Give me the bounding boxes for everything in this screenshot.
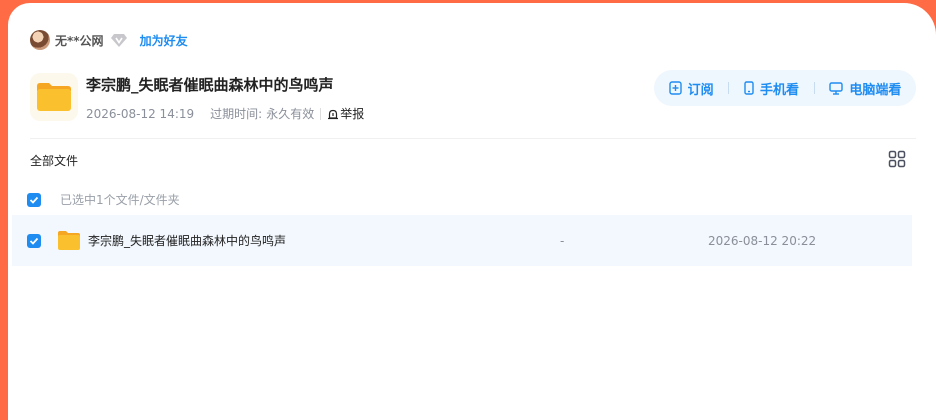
checkmark-icon [29, 196, 39, 204]
file-date: 2026-08-12 20:22 [708, 233, 817, 248]
row-checkbox[interactable] [27, 233, 41, 248]
share-title: 李宗鹏_失眠者催眠曲森林中的鸟鸣声 [86, 76, 334, 94]
action-divider [728, 82, 730, 94]
share-info: 李宗鹏_失眠者催眠曲森林中的鸟鸣声 2026-08-12 14:19 过期时间:… [86, 72, 364, 122]
grid-view-icon[interactable] [888, 150, 906, 168]
folder-icon [30, 73, 78, 121]
report-button[interactable]: 举报 [327, 105, 364, 122]
share-card: 无**公网 加为好友 李宗鹏_失眠者催眠曲森林中的鸟鸣声 2026-08-12 … [8, 3, 936, 420]
bookmark-plus-icon [668, 81, 682, 95]
add-friend-link[interactable]: 加为好友 [140, 32, 188, 49]
meta-divider [320, 107, 322, 120]
share-meta: 2026-08-12 14:19 过期时间: 永久有效 举报 [86, 105, 364, 122]
subscribe-label: 订阅 [687, 82, 714, 98]
file-size: - [560, 233, 565, 248]
action-bar: 订阅 手机看 电脑端看 [654, 70, 916, 106]
folder-icon [58, 231, 80, 250]
breadcrumb[interactable]: 全部文件 [30, 152, 78, 169]
selection-count: 已选中1个文件/文件夹 [60, 193, 180, 207]
checkmark-icon [29, 237, 39, 245]
expire-value: 永久有效 [266, 107, 315, 121]
mobile-view-label: 手机看 [759, 82, 799, 98]
table-row[interactable]: 李宗鹏_失眠者催眠曲森林中的鸟鸣声 - 2026-08-12 20:22 [12, 215, 912, 266]
report-icon [328, 109, 339, 119]
report-label: 举报 [340, 107, 365, 121]
mobile-view-button[interactable]: 手机看 [744, 79, 799, 98]
select-all-checkbox[interactable] [27, 192, 41, 207]
expire-label: 过期时间: [210, 107, 263, 121]
pc-view-label: 电脑端看 [849, 82, 902, 98]
username: 无**公网 [55, 33, 104, 48]
monitor-icon [829, 81, 844, 95]
vip-diamond-icon [110, 34, 127, 47]
header-divider [30, 138, 916, 139]
selection-bar: 已选中1个文件/文件夹 [27, 191, 180, 208]
share-header: 李宗鹏_失眠者催眠曲森林中的鸟鸣声 2026-08-12 14:19 过期时间:… [30, 72, 364, 122]
subscribe-button[interactable]: 订阅 [668, 79, 714, 98]
avatar[interactable] [30, 30, 50, 50]
sharer-info: 无**公网 加为好友 [30, 29, 188, 51]
created-time: 2026-08-12 14:19 [86, 106, 195, 121]
action-divider [813, 82, 815, 94]
file-name[interactable]: 李宗鹏_失眠者催眠曲森林中的鸟鸣声 [88, 232, 286, 249]
pc-view-button[interactable]: 电脑端看 [829, 79, 901, 98]
phone-icon [744, 81, 754, 95]
